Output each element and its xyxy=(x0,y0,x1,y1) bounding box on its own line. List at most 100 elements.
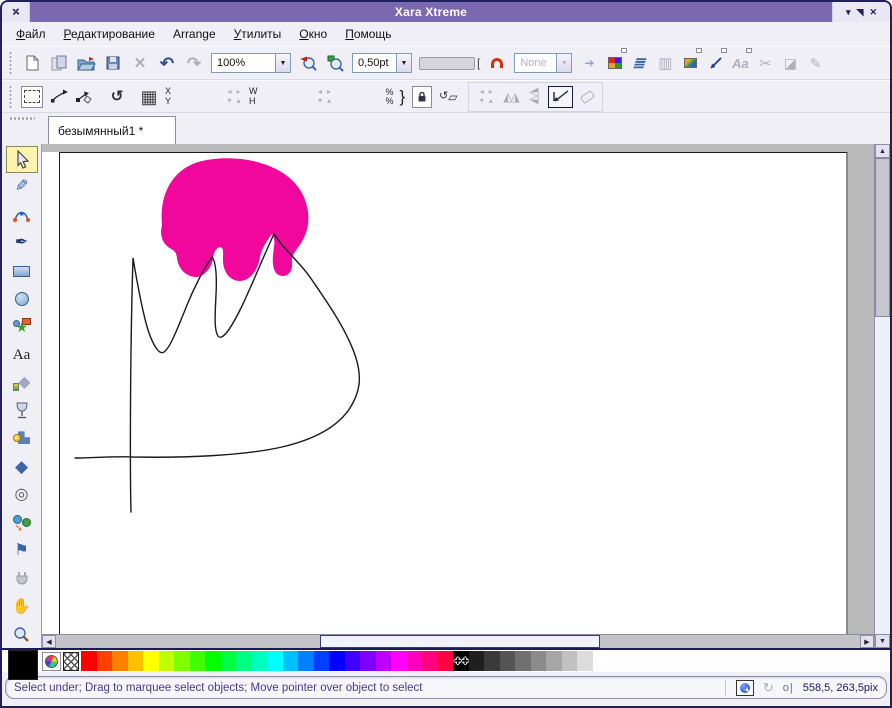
window-menu-button[interactable]: ✛ xyxy=(2,2,30,22)
window-title[interactable]: Xara Xtreme xyxy=(30,2,832,22)
close-button[interactable]: ✕ xyxy=(869,8,877,17)
flip-horizontal-button[interactable]: ◭◮ xyxy=(503,91,517,103)
line-width-slider[interactable]: [ xyxy=(419,52,480,74)
feather-button[interactable]: ➔ xyxy=(579,52,599,74)
move-selection-button[interactable] xyxy=(49,86,69,108)
live-drag-indicator[interactable]: ➤ xyxy=(736,680,754,696)
palette-swatch-gray[interactable] xyxy=(500,651,516,671)
line-width-combobox[interactable]: 0,50pt ▼ xyxy=(352,53,412,73)
palette-swatch-gray[interactable] xyxy=(515,651,531,671)
palette-swatch[interactable] xyxy=(314,651,330,671)
color-gallery-button[interactable] xyxy=(606,52,624,74)
document-page[interactable] xyxy=(59,152,848,648)
tag-button[interactable] xyxy=(580,89,595,103)
font-gallery-button[interactable]: Aa xyxy=(731,52,749,74)
palette-swatch[interactable] xyxy=(174,651,190,671)
palette-swatch[interactable] xyxy=(252,651,268,671)
marquee-select-button[interactable] xyxy=(21,86,43,108)
menu-item-2[interactable]: Arrange xyxy=(173,27,216,41)
palette-swatch[interactable] xyxy=(112,651,128,671)
vertical-scrollbar-thumb[interactable] xyxy=(875,158,890,317)
palette-swatch[interactable] xyxy=(97,651,113,671)
scroll-left-button[interactable]: ◀ xyxy=(42,635,56,648)
style-combobox[interactable]: None ▼ xyxy=(514,53,572,73)
zoom-dropdown-arrow[interactable]: ▼ xyxy=(275,54,290,72)
rotate-mode-button[interactable]: ↺ xyxy=(107,86,127,108)
open-button[interactable] xyxy=(76,52,96,74)
layer-gallery-button[interactable]: ≣ xyxy=(628,52,653,74)
transparency-tool[interactable] xyxy=(6,397,38,424)
duplicate-button[interactable] xyxy=(49,52,69,74)
zoom-to-drawing-button[interactable] xyxy=(325,52,345,74)
palette-swatch[interactable] xyxy=(267,651,283,671)
palette-swatch[interactable] xyxy=(81,651,97,671)
current-color-swatch[interactable] xyxy=(8,650,38,680)
palette-swatch[interactable] xyxy=(376,651,392,671)
push-tool[interactable]: ✋ xyxy=(6,593,38,620)
palette-swatch[interactable] xyxy=(205,651,221,671)
zoom-tool[interactable] xyxy=(6,621,38,648)
palette-swatch[interactable] xyxy=(283,651,299,671)
name-gallery-button[interactable] xyxy=(706,52,724,74)
rotate-skew-button[interactable]: ↺ ▱ xyxy=(438,86,458,108)
flip-vertical-button[interactable]: ◭◮ xyxy=(527,89,539,103)
palette-swatch[interactable] xyxy=(345,651,361,671)
blend-tool[interactable]: ➘ xyxy=(6,509,38,536)
toolbar-grip[interactable] xyxy=(8,51,13,75)
shade-button[interactable]: ▾ xyxy=(846,8,851,17)
palette-swatch[interactable] xyxy=(438,651,454,671)
rotation-spinner[interactable]: ◂▸ ▾▴ xyxy=(477,88,495,106)
rectangle-tool[interactable] xyxy=(6,258,38,285)
palette-swatch-gray[interactable] xyxy=(484,651,500,671)
palette-swatch[interactable] xyxy=(159,651,175,671)
palette-swatch-gray[interactable] xyxy=(562,651,578,671)
new-document-button[interactable] xyxy=(22,52,42,74)
palette-swatch[interactable] xyxy=(128,651,144,671)
fill-tool[interactable]: ◆ xyxy=(6,370,38,397)
palette-swatch-gray[interactable] xyxy=(577,651,593,671)
palette-swatch[interactable] xyxy=(298,651,314,671)
snap-history-icon[interactable]: ↻ xyxy=(763,681,774,694)
menu-item-3[interactable]: Утилиты xyxy=(234,27,282,41)
zoom-combobox[interactable]: 100% ▼ xyxy=(211,53,291,73)
scroll-up-button[interactable]: ▲ xyxy=(875,144,890,158)
palette-swatch[interactable] xyxy=(360,651,376,671)
select-under-button[interactable] xyxy=(548,86,573,108)
ellipse-tool[interactable] xyxy=(6,286,38,313)
save-button[interactable] xyxy=(103,52,123,74)
mould-tool[interactable]: ⚑ xyxy=(6,537,38,564)
delete-button[interactable]: ✕ xyxy=(130,52,150,74)
previous-zoom-button[interactable] xyxy=(298,52,318,74)
freehand-tool[interactable]: ✎ xyxy=(6,174,38,201)
clipart-gallery-button[interactable]: ✂ xyxy=(756,52,774,74)
aspect-lock-button[interactable] xyxy=(412,86,432,108)
undo-button[interactable]: ↶ xyxy=(157,52,177,74)
horizontal-scrollbar-thumb[interactable] xyxy=(320,635,600,648)
palette-swatch[interactable] xyxy=(221,651,237,671)
palette-swatch-black[interactable]: ✚✚ xyxy=(453,651,469,671)
menu-item-4[interactable]: Окно xyxy=(299,27,327,41)
canvas[interactable]: ▲ ▼ ◀ ▶ xyxy=(42,144,890,648)
pen-tool[interactable]: ✒ xyxy=(6,230,38,257)
palette-swatch[interactable] xyxy=(422,651,438,671)
menu-item-5[interactable]: Помощь xyxy=(345,27,391,41)
palette-swatch-white[interactable] xyxy=(593,651,609,671)
position-spinner[interactable]: ◂▸ ▾▴ xyxy=(225,88,243,106)
plugin-gallery-button[interactable]: ✐ xyxy=(804,54,826,72)
fill-gallery-button[interactable]: ◪ xyxy=(781,52,799,74)
quickshape-tool[interactable]: ★ xyxy=(6,314,38,341)
palette-swatch-gray[interactable] xyxy=(469,651,485,671)
palette-swatch[interactable] xyxy=(143,651,159,671)
size-spinner[interactable]: ◂▸ ▾▴ xyxy=(316,88,334,106)
infobar-grip[interactable] xyxy=(8,85,13,108)
menu-item-0[interactable]: Файл xyxy=(16,27,46,41)
toolbox-grip[interactable] xyxy=(2,113,42,144)
bevel-tool[interactable]: ◆ xyxy=(6,453,38,480)
line-width-dropdown-arrow[interactable]: ▼ xyxy=(396,54,411,72)
palette-swatch[interactable] xyxy=(407,651,423,671)
scroll-right-button[interactable]: ▶ xyxy=(860,635,874,648)
text-tool[interactable]: Aa xyxy=(6,342,38,369)
selector-tool[interactable] xyxy=(6,146,38,173)
line-width-slider-track[interactable] xyxy=(419,57,475,70)
fill-move-button[interactable] xyxy=(75,86,95,108)
